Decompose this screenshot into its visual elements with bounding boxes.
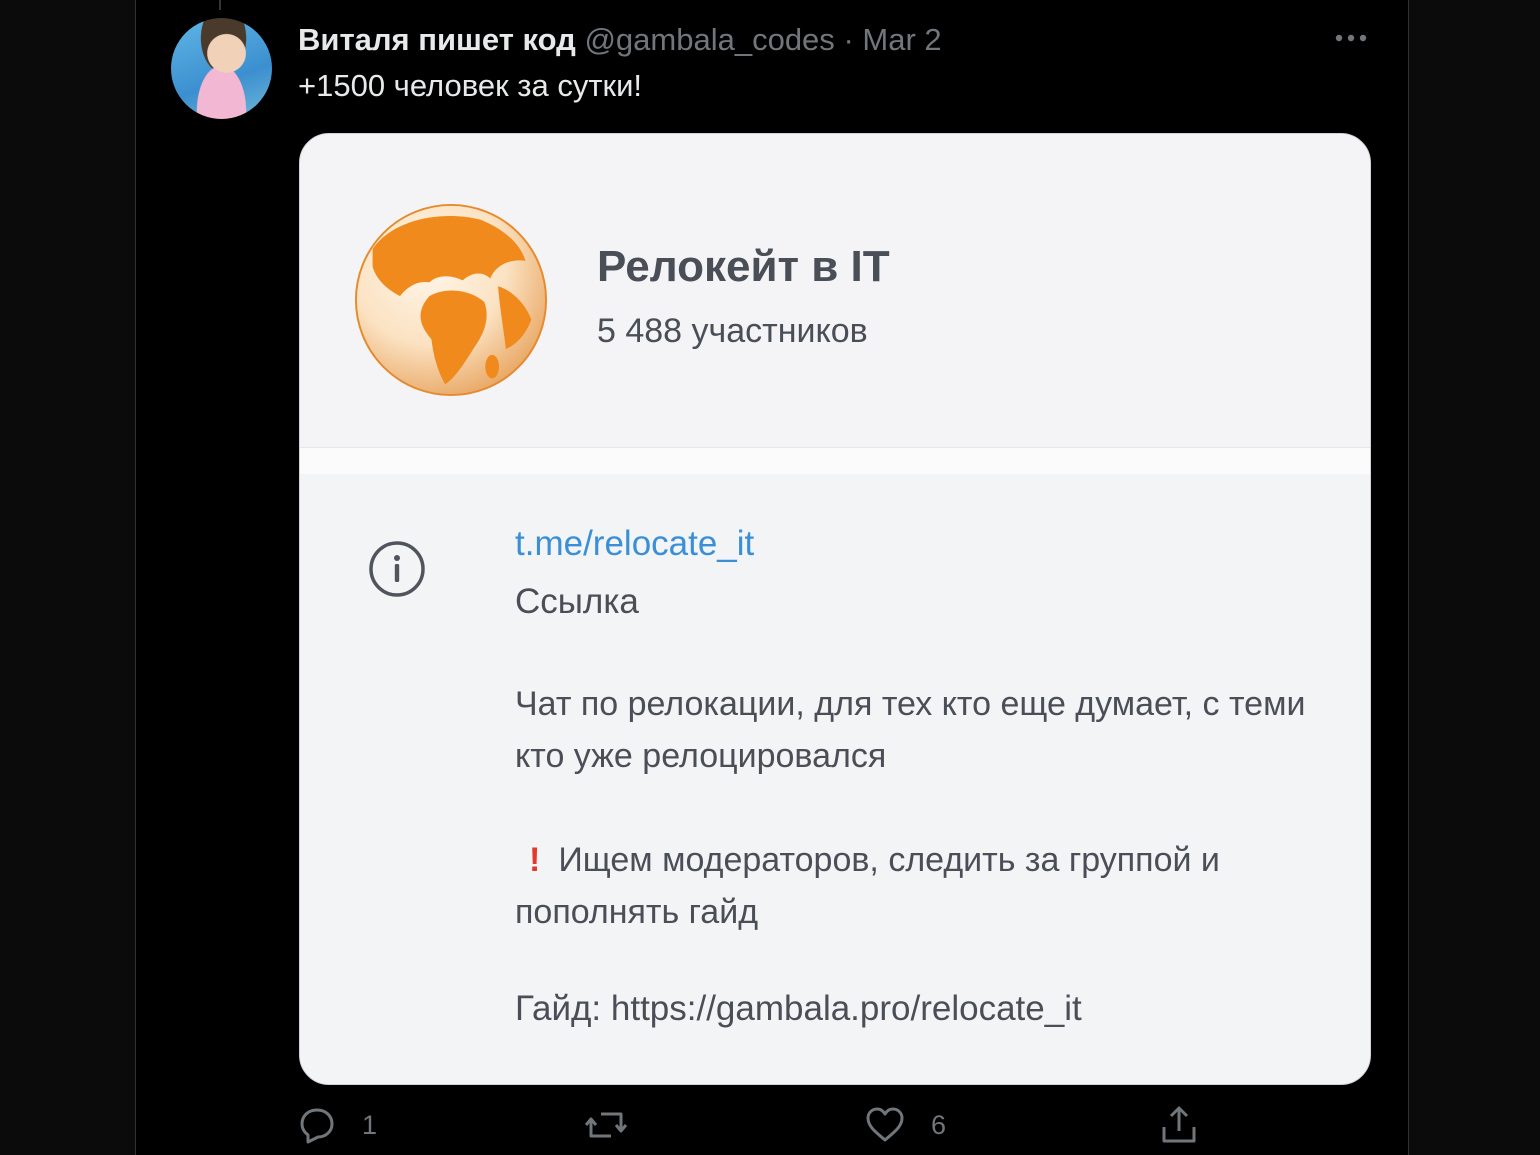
like-button[interactable]: 6	[865, 1100, 946, 1150]
link-label: Ссылка	[515, 582, 639, 621]
group-link[interactable]: t.me/relocate_it	[515, 524, 754, 564]
moderators-note: ! Ищем модераторов, следить за группой и …	[515, 834, 1315, 938]
retweet-button[interactable]	[585, 1100, 627, 1150]
globe-icon	[354, 203, 548, 397]
like-icon	[866, 1107, 904, 1142]
guide-link: Гайд: https://gambala.pro/relocate_it	[515, 989, 1082, 1028]
header-separator: ·	[843, 22, 854, 57]
avatar[interactable]	[171, 18, 272, 119]
info-icon	[369, 541, 425, 597]
reply-icon	[300, 1108, 334, 1144]
reply-count: 1	[362, 1109, 378, 1140]
tweet-actions: 1 6	[0, 1100, 1540, 1155]
attached-image-card[interactable]: Релокейт в IT 5 488 участников t.me/relo…	[299, 133, 1371, 1085]
group-description: Чат по релокации, для тех кто еще думает…	[515, 685, 1306, 775]
more-icon[interactable]	[1333, 26, 1369, 50]
author-handle[interactable]: @gambala_codes	[584, 22, 834, 57]
member-count: 5 488 участников	[597, 312, 868, 350]
share-button[interactable]	[1160, 1100, 1198, 1150]
group-title: Релокейт в IT	[597, 242, 890, 291]
card-divider	[300, 447, 1370, 475]
tweet-text: +1500 человек за сутки!	[298, 68, 643, 103]
author-name[interactable]: Виталя пишет код	[298, 22, 576, 57]
retweet-icon	[585, 1112, 627, 1138]
moderators-text: Ищем модераторов, следить за группой и п…	[515, 841, 1220, 931]
share-icon	[1162, 1106, 1196, 1143]
like-count: 6	[931, 1109, 947, 1140]
reply-button[interactable]: 1	[298, 1100, 377, 1150]
exclamation-icon: !	[529, 841, 541, 879]
tweet-date[interactable]: Mar 2	[862, 22, 941, 57]
tweet-header: Виталя пишет код @gambala_codes · Mar 2	[298, 22, 942, 58]
thread-line	[219, 0, 221, 10]
